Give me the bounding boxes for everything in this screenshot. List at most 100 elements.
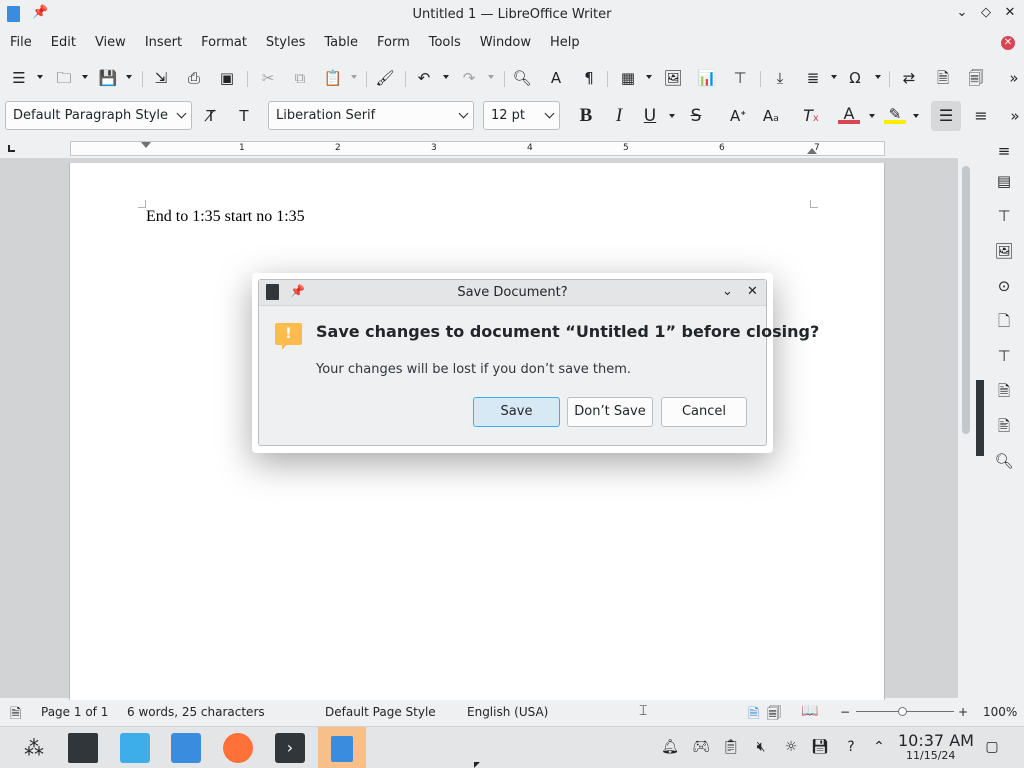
menu-form[interactable]: Form xyxy=(367,30,419,56)
navigator-icon[interactable]: ⊙ xyxy=(994,276,1014,296)
document-text[interactable]: End to 1:35 start no 1:35 xyxy=(146,208,305,226)
page-icon[interactable]: ⊤ xyxy=(994,206,1014,226)
insert-page-break-icon[interactable]: ⤓ xyxy=(770,68,790,88)
save-dropdown-arrow[interactable] xyxy=(126,75,132,79)
show-desktop-icon[interactable]: ▢ xyxy=(983,738,1001,756)
design-icon[interactable]: 🖹 xyxy=(994,416,1014,436)
new-style-icon[interactable]: T xyxy=(233,105,255,127)
gallery-icon[interactable]: 🖼 xyxy=(994,241,1014,261)
clipboard-icon[interactable]: 📋︎ xyxy=(722,738,740,756)
menu-edit[interactable]: Edit xyxy=(41,30,85,56)
sidebar-collapse-handle[interactable] xyxy=(976,380,984,456)
menu-window[interactable]: Window xyxy=(470,30,540,56)
redo-icon[interactable]: ↷ xyxy=(459,68,479,88)
chevron-down-icon[interactable]: ⌄ xyxy=(722,284,733,299)
page-style-icon[interactable]: 🗋 xyxy=(994,311,1014,331)
properties-icon[interactable]: ▤ xyxy=(994,171,1014,191)
special-char-dropdown-arrow[interactable] xyxy=(875,75,881,79)
word-count[interactable]: 6 words, 25 characters xyxy=(127,705,265,719)
sidebar-menu-icon[interactable]: ≡ xyxy=(994,141,1014,161)
menu-file[interactable]: File xyxy=(0,30,41,56)
copy-icon[interactable]: ⧉ xyxy=(290,68,310,88)
zoom-slider-handle[interactable] xyxy=(898,707,907,716)
highlight-dropdown-arrow[interactable] xyxy=(913,114,919,118)
font-size-combo[interactable]: 12 pt xyxy=(483,101,560,130)
find-icon[interactable]: 🔍︎ xyxy=(994,451,1014,471)
insert-endnote-icon[interactable]: 🗐 xyxy=(966,68,986,88)
underline-icon[interactable]: U xyxy=(639,105,661,127)
insert-field-icon[interactable]: ≣ xyxy=(803,68,823,88)
align-left-icon[interactable]: ☰ xyxy=(931,101,961,131)
field-dropdown-arrow[interactable] xyxy=(831,75,837,79)
scrollbar-thumb[interactable] xyxy=(962,166,970,434)
new-dropdown-arrow[interactable] xyxy=(37,75,43,79)
brightness-icon[interactable]: ☼ xyxy=(782,738,800,756)
single-page-view-icon[interactable]: 🗎 xyxy=(748,703,759,727)
superscript-icon[interactable]: Aᐩ xyxy=(727,105,749,127)
subscript-icon[interactable]: Aₐ xyxy=(760,105,782,127)
bold-icon[interactable]: B xyxy=(575,105,597,127)
print-preview-icon[interactable]: ▣ xyxy=(217,68,237,88)
close-dialog-icon[interactable]: ✕ xyxy=(747,284,758,299)
update-style-icon[interactable]: T̸ xyxy=(200,105,222,127)
font-color-icon[interactable]: A xyxy=(838,105,860,124)
insert-mode-icon[interactable]: ⌶ xyxy=(639,703,647,719)
language[interactable]: English (USA) xyxy=(467,705,548,719)
terminal-icon[interactable]: › xyxy=(275,733,305,763)
file-manager-icon[interactable] xyxy=(171,733,201,763)
new-document-icon[interactable]: ☰ xyxy=(9,68,29,88)
paste-dropdown-arrow[interactable] xyxy=(351,75,357,79)
libreoffice-writer-task[interactable] xyxy=(318,727,366,768)
clock-date[interactable]: 11/15/24 xyxy=(906,749,955,762)
insert-table-icon[interactable]: ▦ xyxy=(618,68,638,88)
open-dropdown-arrow[interactable] xyxy=(82,75,88,79)
cancel-button[interactable]: Cancel xyxy=(661,397,747,427)
menu-view[interactable]: View xyxy=(85,30,135,56)
horizontal-ruler[interactable]: 1 2 3 4 5 6 7 xyxy=(70,141,885,156)
firefox-icon[interactable] xyxy=(223,733,253,763)
paragraph-style-combo[interactable]: Default Paragraph Style xyxy=(5,101,192,130)
pin-icon[interactable]: 📌 xyxy=(32,5,48,20)
menu-insert[interactable]: Insert xyxy=(135,30,191,56)
left-indent-marker[interactable] xyxy=(141,142,151,148)
system-settings-icon[interactable] xyxy=(68,733,98,763)
redo-dropdown-arrow[interactable] xyxy=(488,75,494,79)
clock-time[interactable]: 10:37 AM xyxy=(898,731,974,750)
close-document-icon[interactable]: ✕ xyxy=(1001,36,1015,50)
font-name-combo[interactable]: Liberation Serif xyxy=(268,101,474,130)
print-icon[interactable]: ⎙ xyxy=(184,68,204,88)
right-indent-marker[interactable] xyxy=(807,148,817,154)
formatting-marks-icon[interactable]: ¶ xyxy=(579,68,599,88)
manage-changes-icon[interactable]: 🗎 xyxy=(994,381,1014,401)
clone-formatting-icon[interactable]: 🖌 xyxy=(375,68,395,88)
vertical-scrollbar[interactable] xyxy=(958,158,975,698)
discover-store-icon[interactable] xyxy=(120,733,150,763)
notifications-icon[interactable]: 🔔︎ xyxy=(661,738,679,756)
help-icon[interactable]: ? xyxy=(842,738,860,756)
menu-help[interactable]: Help xyxy=(540,30,589,56)
menu-tools[interactable]: Tools xyxy=(419,30,470,56)
highlight-color-icon[interactable]: ✎ xyxy=(884,105,906,124)
clear-formatting-icon[interactable]: Tx xyxy=(800,105,822,127)
style-inspector-icon[interactable]: ⊤ xyxy=(994,346,1014,366)
menu-styles[interactable]: Styles xyxy=(256,30,314,56)
minimize-icon[interactable]: ⌄ xyxy=(953,5,971,20)
discord-icon[interactable]: 🎮︎ xyxy=(692,738,710,756)
maximize-icon[interactable]: ◇ xyxy=(977,5,995,20)
special-character-icon[interactable]: Ω xyxy=(845,68,865,88)
italic-icon[interactable]: I xyxy=(608,105,630,127)
undo-icon[interactable]: ↶ xyxy=(414,68,434,88)
underline-dropdown-arrow[interactable] xyxy=(669,114,675,118)
align-center-icon[interactable]: ≡ xyxy=(970,105,992,127)
page-style[interactable]: Default Page Style xyxy=(325,705,436,719)
menu-table[interactable]: Table xyxy=(314,30,367,56)
table-dropdown-arrow[interactable] xyxy=(646,75,652,79)
more-tools-icon[interactable]: » xyxy=(1004,68,1024,88)
paste-icon[interactable]: 📋 xyxy=(323,68,343,88)
page-count[interactable]: Page 1 of 1 xyxy=(41,705,108,719)
multi-page-view-icon[interactable]: 🗐 xyxy=(767,703,781,727)
save-button[interactable]: Save xyxy=(473,397,560,427)
insert-chart-icon[interactable]: 📊 xyxy=(697,68,717,88)
zoom-percentage[interactable]: 100% xyxy=(983,705,1017,719)
spelling-icon[interactable]: A xyxy=(546,68,566,88)
